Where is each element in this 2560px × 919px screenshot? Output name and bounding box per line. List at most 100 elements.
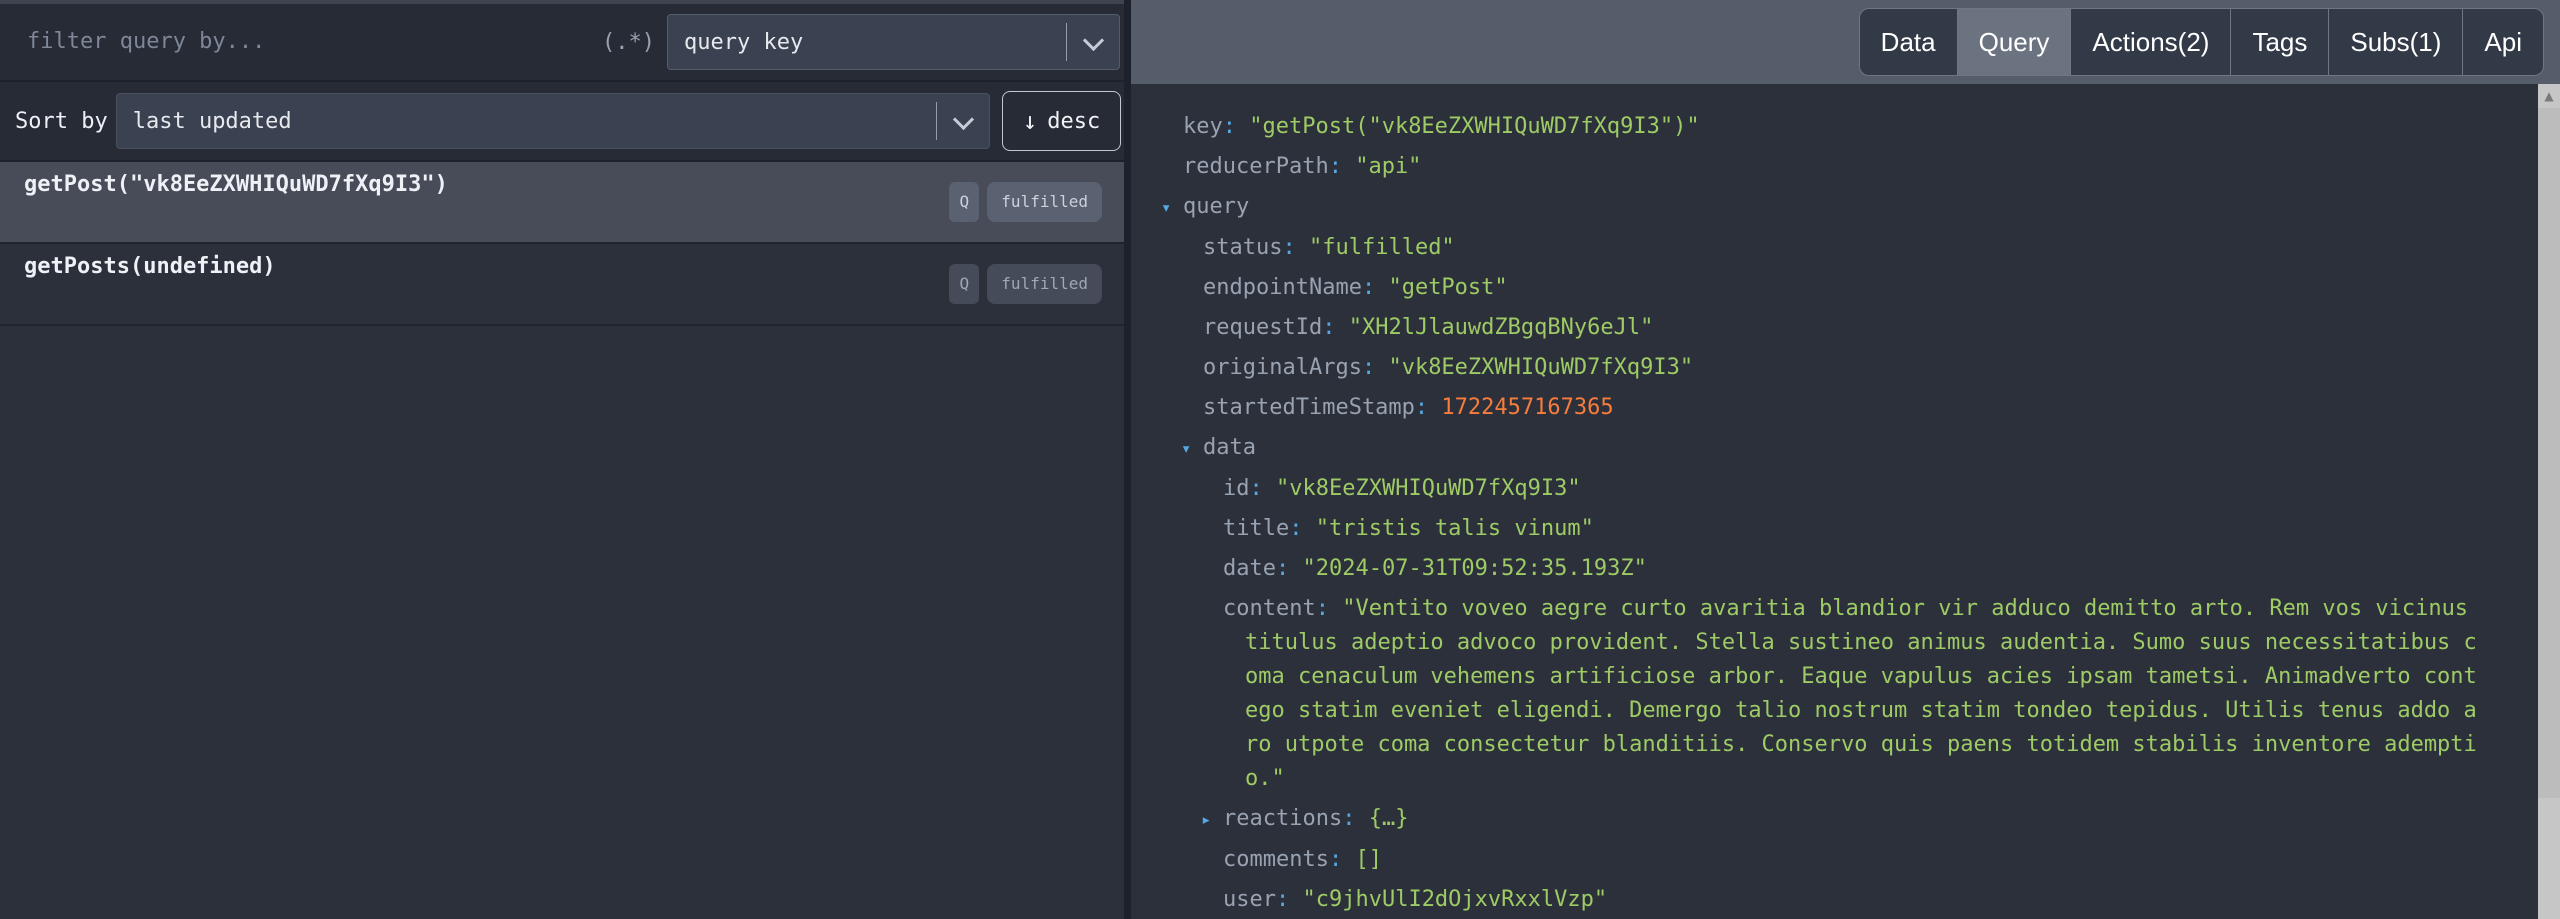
- colon: :: [1362, 275, 1389, 300]
- tree-row-user: user: "c9jhvUlI2dOjxvRxxlVzp": [1131, 883, 2484, 917]
- scrollbar-thumb[interactable]: [2538, 108, 2560, 798]
- tree-row-reactions[interactable]: ▸reactions: {…}: [1131, 802, 2484, 837]
- sort-by-label: Sort by: [15, 109, 108, 134]
- filter-field-select-value: query key: [684, 30, 803, 55]
- colon: :: [1329, 154, 1356, 179]
- filter-field-select[interactable]: query key: [667, 14, 1120, 70]
- query-list-panel: (.*) query key Sort by last updated ↓ de…: [0, 0, 1131, 919]
- tab-api[interactable]: Api: [2463, 9, 2543, 75]
- tab-tags[interactable]: Tags: [2231, 9, 2329, 75]
- query-key-label: getPost("vk8EeZXWHIQuWD7fXq9I3"): [24, 162, 949, 242]
- tree-row-requestId: requestId: "XH2lJlauwdZBgqBNy6eJl": [1131, 311, 2484, 345]
- tab-subs1[interactable]: Subs(1): [2329, 9, 2463, 75]
- tree-key: reducerPath: [1183, 154, 1329, 179]
- tree-value: 1722457167365: [1441, 395, 1613, 420]
- tree-key: query: [1183, 194, 1249, 219]
- query-list-item[interactable]: getPost("vk8EeZXWHIQuWD7fXq9I3")Qfulfill…: [0, 162, 1124, 244]
- status-badge: fulfilled: [987, 264, 1102, 304]
- scrollbar-up-icon[interactable]: ▲: [2538, 84, 2560, 108]
- select-divider: [936, 102, 937, 140]
- json-tree: key: "getPost("vk8EeZXWHIQuWD7fXq9I3")" r…: [1131, 84, 2538, 919]
- colon: :: [1415, 395, 1442, 420]
- badges: Qfulfilled: [949, 244, 1102, 324]
- tree-row-comments: comments: []: [1131, 843, 2484, 877]
- tree-value: "fulfilled": [1309, 235, 1455, 260]
- tree-value: "vk8EeZXWHIQuWD7fXq9I3": [1388, 355, 1693, 380]
- tree-value: "getPost("vk8EeZXWHIQuWD7fXq9I3")": [1249, 114, 1699, 139]
- tab-query[interactable]: Query: [1958, 9, 2072, 75]
- tree-value: {…}: [1369, 806, 1409, 831]
- tree-key: content: [1223, 596, 1316, 621]
- tree-key: date: [1223, 556, 1276, 581]
- tree-row-query[interactable]: ▾query: [1131, 190, 2484, 225]
- collapse-icon[interactable]: ▾: [1161, 191, 1183, 225]
- query-list-item[interactable]: getPosts(undefined)Qfulfilled: [0, 244, 1124, 326]
- tree-row-reducerPath: reducerPath: "api": [1131, 150, 2484, 184]
- collapse-icon[interactable]: ▾: [1181, 432, 1203, 466]
- tab-data[interactable]: Data: [1860, 9, 1958, 75]
- tree-row-endpointName: endpointName: "getPost": [1131, 271, 2484, 305]
- tree-value: []: [1355, 847, 1382, 872]
- colon: :: [1289, 516, 1316, 541]
- rtk-query-devtools: (.*) query key Sort by last updated ↓ de…: [0, 0, 2560, 919]
- status-badge: fulfilled: [987, 182, 1102, 222]
- filter-query-input[interactable]: [16, 28, 596, 56]
- select-divider: [1066, 23, 1067, 61]
- tree-row-key: key: "getPost("vk8EeZXWHIQuWD7fXq9I3")": [1131, 110, 2484, 144]
- chevron-down-icon: [1083, 30, 1104, 51]
- tree-key: requestId: [1203, 315, 1322, 340]
- expand-icon[interactable]: ▸: [1201, 803, 1223, 837]
- tree-value: "XH2lJlauwdZBgqBNy6eJl": [1349, 315, 1654, 340]
- colon: :: [1329, 847, 1356, 872]
- tree-row-id: id: "vk8EeZXWHIQuWD7fXq9I3": [1131, 472, 2484, 506]
- regex-toggle[interactable]: (.*): [602, 30, 655, 55]
- tree-row-status: status: "fulfilled": [1131, 231, 2484, 265]
- detail-header: DataQueryActions(2)TagsSubs(1)Api: [1131, 0, 2560, 84]
- tree-value: "api": [1355, 154, 1421, 179]
- tree-value: "getPost": [1388, 275, 1507, 300]
- tree-row-content: content: "Ventito voveo aegre curto avar…: [1131, 592, 2484, 796]
- filter-bar: (.*) query key: [0, 0, 1124, 82]
- sort-select[interactable]: last updated: [116, 93, 990, 149]
- tree-row-date: date: "2024-07-31T09:52:35.193Z": [1131, 552, 2484, 586]
- tree-row-startedTimeStamp: startedTimeStamp: 1722457167365: [1131, 391, 2484, 425]
- sort-bar: Sort by last updated ↓ desc: [0, 82, 1124, 162]
- colon: :: [1322, 315, 1349, 340]
- tree-row-originalArgs: originalArgs: "vk8EeZXWHIQuWD7fXq9I3": [1131, 351, 2484, 385]
- tree-row-data[interactable]: ▾data: [1131, 431, 2484, 466]
- colon: :: [1250, 476, 1277, 501]
- sort-order-button[interactable]: ↓ desc: [1002, 91, 1121, 151]
- tree-value: "Ventito voveo aegre curto avaritia blan…: [1245, 596, 2477, 791]
- tab-group: DataQueryActions(2)TagsSubs(1)Api: [1859, 8, 2544, 76]
- tab-actions2[interactable]: Actions(2): [2071, 9, 2231, 75]
- colon: :: [1316, 596, 1343, 621]
- scrollbar[interactable]: ▲: [2538, 84, 2560, 919]
- sort-order-label: desc: [1047, 109, 1100, 134]
- tree-value: "vk8EeZXWHIQuWD7fXq9I3": [1276, 476, 1581, 501]
- query-type-badge: Q: [949, 182, 979, 222]
- query-key-label: getPosts(undefined): [24, 244, 949, 324]
- tree-key: title: [1223, 516, 1289, 541]
- tree-key: user: [1223, 887, 1276, 912]
- colon: :: [1342, 806, 1369, 831]
- badges: Qfulfilled: [949, 162, 1102, 242]
- tree-key: originalArgs: [1203, 355, 1362, 380]
- colon: :: [1362, 355, 1389, 380]
- colon: :: [1276, 556, 1303, 581]
- colon: :: [1223, 114, 1250, 139]
- query-type-badge: Q: [949, 264, 979, 304]
- sort-select-value: last updated: [133, 109, 292, 134]
- tree-key: id: [1223, 476, 1250, 501]
- tree-key: status: [1203, 235, 1282, 260]
- arrow-down-icon: ↓: [1023, 107, 1037, 135]
- tree-key: data: [1203, 435, 1256, 460]
- colon: :: [1276, 887, 1303, 912]
- tree-value: "2024-07-31T09:52:35.193Z": [1302, 556, 1646, 581]
- tree-value: "c9jhvUlI2dOjxvRxxlVzp": [1302, 887, 1607, 912]
- query-list: getPost("vk8EeZXWHIQuWD7fXq9I3")Qfulfill…: [0, 162, 1124, 326]
- tree-key: reactions: [1223, 806, 1342, 831]
- tree-value: "tristis talis vinum": [1316, 516, 1594, 541]
- colon: :: [1282, 235, 1309, 260]
- tree-key: startedTimeStamp: [1203, 395, 1415, 420]
- tree-key: comments: [1223, 847, 1329, 872]
